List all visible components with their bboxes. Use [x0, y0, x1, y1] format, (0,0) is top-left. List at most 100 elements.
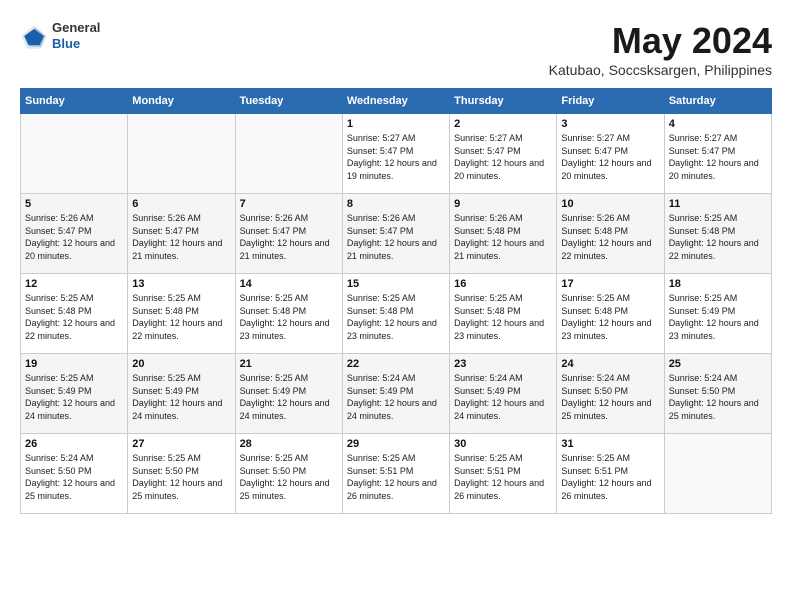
table-row: 1 Sunrise: 5:27 AM Sunset: 5:47 PM Daylig…	[342, 114, 449, 194]
day-info: Sunrise: 5:27 AM Sunset: 5:47 PM Dayligh…	[669, 132, 767, 182]
day-info: Sunrise: 5:25 AM Sunset: 5:48 PM Dayligh…	[240, 292, 338, 342]
day-number: 30	[454, 438, 552, 450]
day-number: 9	[454, 198, 552, 210]
table-row: 28Sunrise: 5:25 AM Sunset: 5:50 PM Dayli…	[235, 434, 342, 514]
day-info: Sunrise: 5:26 AM Sunset: 5:48 PM Dayligh…	[561, 212, 659, 262]
table-row: 25 Sunrise: 5:24 AM Sunset: 5:50 PM Dayli…	[664, 354, 771, 434]
day-info: Sunrise: 5:27 AM Sunset: 5:47 PM Dayligh…	[454, 132, 552, 182]
day-info: Sunrise: 5:24 AM Sunset: 5:49 PM Dayligh…	[347, 372, 445, 422]
table-row: 24 Sunrise: 5:24 AM Sunset: 5:50 PM Dayli…	[557, 354, 664, 434]
day-number: 17	[561, 278, 659, 290]
day-number: 23	[454, 358, 552, 370]
title-section: May 2024 Katubao, Soccsksargen, Philippi…	[549, 20, 772, 78]
day-number: 1	[347, 118, 445, 130]
table-row: 5 Sunrise: 5:26 AM Sunset: 5:47 PM Daylig…	[21, 194, 128, 274]
header-tuesday: Tuesday	[235, 89, 342, 114]
day-number: 26	[25, 438, 123, 450]
table-row: 8 Sunrise: 5:26 AM Sunset: 5:47 PM Daylig…	[342, 194, 449, 274]
day-info: Sunrise: 5:27 AM Sunset: 5:47 PM Dayligh…	[347, 132, 445, 182]
day-info: Sunrise: 5:25 AM Sunset: 5:49 PM Dayligh…	[25, 372, 123, 422]
day-number: 4	[669, 118, 767, 130]
header-friday: Friday	[557, 89, 664, 114]
calendar-week-row: 12 Sunrise: 5:25 AM Sunset: 5:48 PM Dayli…	[21, 274, 772, 354]
table-row: 26Sunrise: 5:24 AM Sunset: 5:50 PM Dayli…	[21, 434, 128, 514]
header-saturday: Saturday	[664, 89, 771, 114]
day-number: 10	[561, 198, 659, 210]
day-number: 21	[240, 358, 338, 370]
day-info: Sunrise: 5:25 AM Sunset: 5:51 PM Dayligh…	[454, 452, 552, 502]
table-row: 23Sunrise: 5:24 AM Sunset: 5:49 PM Dayli…	[450, 354, 557, 434]
table-row: 30 Sunrise: 5:25 AM Sunset: 5:51 PM Dayli…	[450, 434, 557, 514]
day-info: Sunrise: 5:26 AM Sunset: 5:47 PM Dayligh…	[347, 212, 445, 262]
header-monday: Monday	[128, 89, 235, 114]
day-info: Sunrise: 5:26 AM Sunset: 5:48 PM Dayligh…	[454, 212, 552, 262]
page-header: General Blue May 2024 Katubao, Soccsksar…	[20, 20, 772, 78]
header-sunday: Sunday	[21, 89, 128, 114]
day-number: 16	[454, 278, 552, 290]
day-number: 11	[669, 198, 767, 210]
table-row: 2Sunrise: 5:27 AM Sunset: 5:47 PM Daylig…	[450, 114, 557, 194]
day-info: Sunrise: 5:26 AM Sunset: 5:47 PM Dayligh…	[240, 212, 338, 262]
table-row	[235, 114, 342, 194]
day-number: 6	[132, 198, 230, 210]
table-row: 14 Sunrise: 5:25 AM Sunset: 5:48 PM Dayli…	[235, 274, 342, 354]
day-number: 5	[25, 198, 123, 210]
day-number: 27	[132, 438, 230, 450]
calendar-week-row: 1 Sunrise: 5:27 AM Sunset: 5:47 PM Daylig…	[21, 114, 772, 194]
day-number: 14	[240, 278, 338, 290]
calendar-week-row: 19 Sunrise: 5:25 AM Sunset: 5:49 PM Dayli…	[21, 354, 772, 434]
table-row: 19 Sunrise: 5:25 AM Sunset: 5:49 PM Dayli…	[21, 354, 128, 434]
day-number: 7	[240, 198, 338, 210]
table-row: 22 Sunrise: 5:24 AM Sunset: 5:49 PM Dayli…	[342, 354, 449, 434]
day-info: Sunrise: 5:24 AM Sunset: 5:50 PM Dayligh…	[561, 372, 659, 422]
day-info: Sunrise: 5:25 AM Sunset: 5:49 PM Dayligh…	[669, 292, 767, 342]
table-row: 21 Sunrise: 5:25 AM Sunset: 5:49 PM Dayli…	[235, 354, 342, 434]
day-number: 20	[132, 358, 230, 370]
day-info: Sunrise: 5:25 AM Sunset: 5:51 PM Dayligh…	[561, 452, 659, 502]
table-row	[128, 114, 235, 194]
day-info: Sunrise: 5:25 AM Sunset: 5:49 PM Dayligh…	[132, 372, 230, 422]
logo-text: General Blue	[52, 20, 100, 51]
day-number: 8	[347, 198, 445, 210]
logo-blue: Blue	[52, 36, 100, 52]
table-row	[664, 434, 771, 514]
day-info: Sunrise: 5:25 AM Sunset: 5:49 PM Dayligh…	[240, 372, 338, 422]
day-info: Sunrise: 5:24 AM Sunset: 5:50 PM Dayligh…	[669, 372, 767, 422]
day-info: Sunrise: 5:26 AM Sunset: 5:47 PM Dayligh…	[132, 212, 230, 262]
day-number: 18	[669, 278, 767, 290]
logo-general: General	[52, 20, 100, 36]
day-number: 31	[561, 438, 659, 450]
day-number: 12	[25, 278, 123, 290]
day-info: Sunrise: 5:25 AM Sunset: 5:48 PM Dayligh…	[347, 292, 445, 342]
calendar-table: Sunday Monday Tuesday Wednesday Thursday…	[20, 88, 772, 514]
day-number: 13	[132, 278, 230, 290]
day-info: Sunrise: 5:26 AM Sunset: 5:47 PM Dayligh…	[25, 212, 123, 262]
table-row: 3Sunrise: 5:27 AM Sunset: 5:47 PM Daylig…	[557, 114, 664, 194]
day-number: 22	[347, 358, 445, 370]
table-row: 31 Sunrise: 5:25 AM Sunset: 5:51 PM Dayli…	[557, 434, 664, 514]
table-row: 27Sunrise: 5:25 AM Sunset: 5:50 PM Dayli…	[128, 434, 235, 514]
day-info: Sunrise: 5:25 AM Sunset: 5:48 PM Dayligh…	[454, 292, 552, 342]
calendar-subtitle: Katubao, Soccsksargen, Philippines	[549, 62, 772, 78]
logo-icon	[20, 22, 48, 50]
table-row: 7 Sunrise: 5:26 AM Sunset: 5:47 PM Daylig…	[235, 194, 342, 274]
calendar-header-row: Sunday Monday Tuesday Wednesday Thursday…	[21, 89, 772, 114]
day-number: 24	[561, 358, 659, 370]
day-info: Sunrise: 5:25 AM Sunset: 5:51 PM Dayligh…	[347, 452, 445, 502]
table-row: 4 Sunrise: 5:27 AM Sunset: 5:47 PM Daylig…	[664, 114, 771, 194]
table-row: 9 Sunrise: 5:26 AM Sunset: 5:48 PM Daylig…	[450, 194, 557, 274]
day-info: Sunrise: 5:25 AM Sunset: 5:48 PM Dayligh…	[132, 292, 230, 342]
table-row: 20 Sunrise: 5:25 AM Sunset: 5:49 PM Dayli…	[128, 354, 235, 434]
day-number: 25	[669, 358, 767, 370]
day-info: Sunrise: 5:25 AM Sunset: 5:48 PM Dayligh…	[669, 212, 767, 262]
day-info: Sunrise: 5:25 AM Sunset: 5:48 PM Dayligh…	[25, 292, 123, 342]
table-row: 29Sunrise: 5:25 AM Sunset: 5:51 PM Dayli…	[342, 434, 449, 514]
table-row	[21, 114, 128, 194]
table-row: 11 Sunrise: 5:25 AM Sunset: 5:48 PM Dayli…	[664, 194, 771, 274]
day-number: 28	[240, 438, 338, 450]
table-row: 16 Sunrise: 5:25 AM Sunset: 5:48 PM Dayli…	[450, 274, 557, 354]
logo: General Blue	[20, 20, 100, 51]
table-row: 17Sunrise: 5:25 AM Sunset: 5:48 PM Dayli…	[557, 274, 664, 354]
day-info: Sunrise: 5:27 AM Sunset: 5:47 PM Dayligh…	[561, 132, 659, 182]
day-number: 19	[25, 358, 123, 370]
